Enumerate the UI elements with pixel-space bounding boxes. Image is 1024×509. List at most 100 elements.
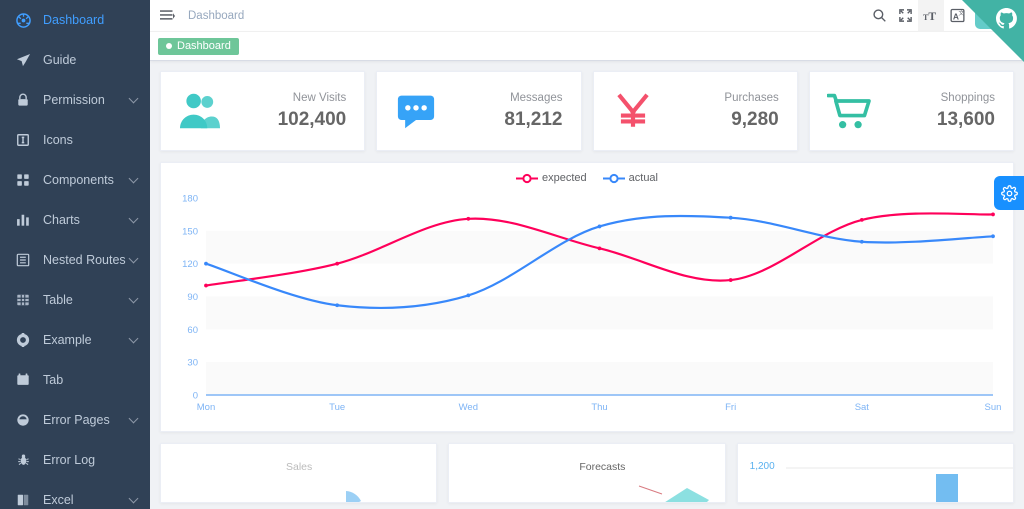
stat-card-new-visits[interactable]: New Visits 102,400 — [160, 71, 366, 151]
svg-text:120: 120 — [182, 259, 198, 270]
svg-text:Wed: Wed — [459, 402, 478, 413]
breadcrumb[interactable]: Dashboard — [184, 10, 244, 22]
tab-icon — [14, 371, 32, 389]
line-chart-svg: 0 30 60 90 120 150 180 Mon Tue Wed Thu Fri Sat Sun — [182, 194, 1002, 414]
sidebar-item-components[interactable]: Components — [0, 160, 150, 200]
sidebar: Dashboard Guide Permission Icons Compone… — [0, 0, 150, 509]
chevron-down-icon — [128, 93, 139, 104]
stat-card-value: 9,280 — [731, 108, 779, 130]
sidebar-item-label: Icons — [43, 133, 73, 147]
tags-view: Dashboard — [150, 32, 1024, 61]
stat-card-shoppings[interactable]: Shoppings 13,600 — [808, 71, 1014, 151]
sidebar-item-label: Example — [43, 333, 92, 347]
app-root: Dashboard Guide Permission Icons Compone… — [0, 0, 1024, 509]
svg-text:0: 0 — [193, 391, 198, 402]
stat-card-title: New Visits — [292, 91, 347, 104]
svg-text:180: 180 — [182, 194, 198, 205]
svg-text:T: T — [928, 11, 936, 23]
navbar: Dashboard TT A文 — [150, 0, 1024, 32]
sidebar-item-guide[interactable]: Guide — [0, 40, 150, 80]
tag-dashboard[interactable]: Dashboard — [158, 37, 239, 55]
chevron-down-icon — [128, 173, 139, 184]
chevron-down-icon — [128, 253, 139, 264]
svg-text:Mon: Mon — [197, 402, 215, 413]
svg-text:30: 30 — [187, 358, 198, 369]
sidebar-item-label: Components — [43, 173, 114, 187]
svg-text:90: 90 — [187, 292, 198, 303]
svg-text:Sun: Sun — [985, 402, 1002, 413]
bar-chart-mini — [785, 467, 1013, 502]
chevron-down-icon — [128, 213, 139, 224]
chart-legend: expected actual — [161, 172, 1013, 184]
stat-card-value: 81,212 — [504, 108, 563, 130]
sidebar-item-tab[interactable]: Tab — [0, 360, 150, 400]
settings-button[interactable] — [994, 176, 1024, 210]
example-icon — [14, 331, 32, 349]
excel-icon — [14, 491, 32, 509]
forecasts-radar-icon — [639, 485, 710, 502]
sidebar-item-error-log[interactable]: Error Log — [0, 440, 150, 480]
stat-card-title: Messages — [510, 91, 563, 104]
stat-card-messages[interactable]: Messages 81,212 — [376, 71, 582, 151]
money-icon — [610, 88, 656, 134]
chart-bar-icon — [14, 211, 32, 229]
chevron-down-icon — [128, 293, 139, 304]
legend-marker-expected — [515, 173, 538, 183]
dashboard-content: New Visits 102,400 Messages 81,212 Purch… — [150, 61, 1024, 509]
chevron-down-icon — [128, 333, 139, 344]
sidebar-item-label: Permission — [43, 93, 105, 107]
people-icon — [177, 88, 223, 134]
tag-label: Dashboard — [177, 40, 231, 52]
tag-active-dot-icon — [166, 43, 172, 49]
svg-text:Tue: Tue — [329, 402, 345, 413]
stat-card-text: New Visits 102,400 — [278, 92, 347, 131]
bug-icon — [14, 451, 32, 469]
sidebar-item-charts[interactable]: Charts — [0, 200, 150, 240]
sidebar-item-error-pages[interactable]: Error Pages — [0, 400, 150, 440]
stat-card-text: Messages 81,212 — [504, 92, 562, 131]
sidebar-item-table[interactable]: Table — [0, 280, 150, 320]
legend-item-actual[interactable]: actual — [602, 172, 658, 184]
sidebar-item-icons[interactable]: Icons — [0, 120, 150, 160]
stat-card-purchases[interactable]: Purchases 9,280 — [592, 71, 798, 151]
bottom-chart-row: Sales Forecasts 1,200 — [160, 443, 1014, 503]
svg-text:Fri: Fri — [725, 402, 736, 413]
legend-item-expected[interactable]: expected — [515, 172, 587, 184]
svg-text:60: 60 — [187, 325, 198, 336]
sidebar-item-excel[interactable]: Excel — [0, 480, 150, 509]
sidebar-item-label: Nested Routes — [43, 253, 126, 267]
bottom-card-forecasts[interactable]: Forecasts — [448, 443, 726, 503]
legend-label-actual: actual — [628, 172, 658, 184]
bottom-card-bar[interactable]: 1,200 — [736, 443, 1014, 503]
search-icon[interactable] — [866, 0, 892, 32]
lock-icon — [14, 91, 32, 109]
github-corner-icon[interactable] — [962, 0, 1024, 62]
bottom-card-sales[interactable]: Sales — [160, 443, 438, 503]
sidebar-item-permission[interactable]: Permission — [0, 80, 150, 120]
sidebar-item-example[interactable]: Example — [0, 320, 150, 360]
legend-label-expected: expected — [541, 172, 587, 184]
sidebar-item-label: Table — [43, 293, 73, 307]
sales-pie-icon — [346, 491, 361, 502]
stat-card-text: Purchases 9,280 — [724, 92, 778, 131]
icons-icon — [14, 131, 32, 149]
fullscreen-icon[interactable] — [892, 0, 918, 32]
svg-text:150: 150 — [182, 226, 198, 237]
hamburger-icon[interactable] — [150, 0, 184, 32]
svg-text:Sat: Sat — [855, 402, 870, 413]
legend-marker-actual — [602, 173, 625, 183]
sidebar-item-label: Charts — [43, 213, 80, 227]
error-pages-icon — [14, 411, 32, 429]
sidebar-item-label: Guide — [43, 53, 77, 67]
sidebar-item-nested-routes[interactable]: Nested Routes — [0, 240, 150, 280]
bottom-card-title: Sales — [286, 461, 313, 473]
guide-icon — [14, 51, 32, 69]
chevron-down-icon — [128, 413, 139, 424]
stat-cards: New Visits 102,400 Messages 81,212 Purch… — [160, 71, 1014, 151]
message-icon — [393, 88, 439, 134]
bottom-card-axis-label: 1,200 — [749, 461, 775, 472]
chevron-down-icon — [128, 493, 139, 504]
global-size-icon[interactable]: TT — [918, 0, 944, 32]
nested-routes-icon — [14, 251, 32, 269]
sidebar-item-dashboard[interactable]: Dashboard — [0, 0, 150, 40]
